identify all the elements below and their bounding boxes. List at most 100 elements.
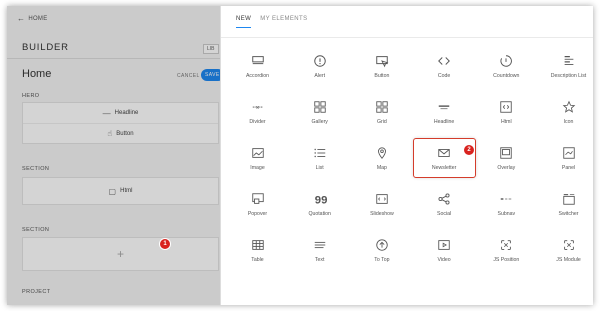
quotation-icon: 99: [313, 192, 326, 206]
to-top-icon: [375, 238, 389, 252]
element-tile-divider[interactable]: x Divider: [226, 92, 289, 132]
cancel-button[interactable]: CANCEL: [177, 73, 200, 79]
builder-title: BUILDER: [22, 42, 69, 53]
list-icon: [313, 146, 327, 160]
element-tile-description-list[interactable]: Description List: [537, 46, 593, 86]
map-pin-icon: [375, 146, 389, 160]
element-tile-label: Grid: [376, 118, 387, 125]
empty-section-box[interactable]: +: [22, 237, 219, 271]
element-button[interactable]: ☝ Button: [23, 123, 218, 143]
element-tile-label: Image: [250, 164, 265, 171]
plus-icon: +: [116, 247, 124, 261]
step-badge-1: 1: [160, 239, 170, 249]
element-tile-label: Divider: [249, 118, 266, 125]
element-tile-label: Overlay: [497, 164, 516, 171]
element-tile-countdown[interactable]: Countdown: [475, 46, 538, 86]
slideshow-icon: [375, 192, 389, 206]
element-tile-overlay[interactable]: Overlay: [475, 138, 538, 178]
library-button[interactable]: LIB: [203, 44, 219, 54]
element-tile-html[interactable]: Html: [475, 92, 538, 132]
element-tile-label: To Top: [374, 256, 390, 263]
button-icon: [375, 54, 389, 68]
alert-icon: [313, 54, 327, 68]
element-tile-list[interactable]: List: [288, 138, 351, 178]
element-tile-table[interactable]: Table: [226, 230, 289, 270]
page-name: Home: [22, 68, 52, 80]
element-tile-label: Button: [374, 72, 390, 79]
section-box[interactable]: ▢ Html: [22, 177, 219, 205]
popover-icon: [251, 192, 265, 206]
element-tile-panel[interactable]: Panel: [537, 138, 593, 178]
element-tile-label: JS Module: [556, 256, 581, 263]
js-position-icon: [499, 238, 513, 252]
element-headline[interactable]: — Headline: [23, 103, 218, 123]
divider-icon: x: [251, 100, 265, 114]
element-tile-headline[interactable]: Headline: [413, 92, 476, 132]
element-tile-label: Subnav: [497, 210, 516, 217]
element-tile-label: Gallery: [311, 118, 328, 125]
element-tile-icon[interactable]: Icon: [537, 92, 593, 132]
element-tile-label: Switcher: [558, 210, 579, 217]
html-icon: ▢: [108, 186, 117, 196]
element-tile-js-module[interactable]: JS Module: [537, 230, 593, 270]
element-tile-newsletter[interactable]: Newsletter: [412, 138, 476, 178]
element-tile-label: Html: [500, 118, 512, 125]
element-tile-quotation[interactable]: 99 Quotation: [288, 184, 351, 224]
star-icon: [562, 100, 576, 114]
svg-text:x: x: [256, 104, 259, 110]
element-tile-image[interactable]: Image: [226, 138, 289, 178]
element-tile-code[interactable]: Code: [413, 46, 476, 86]
element-label: Headline: [114, 110, 139, 116]
text-icon: [313, 238, 327, 252]
section-label-section: SECTION: [22, 166, 50, 172]
element-tile-label: Accordion: [245, 72, 270, 79]
element-tile-video[interactable]: Video: [413, 230, 476, 270]
element-tile-grid[interactable]: Grid: [350, 92, 413, 132]
element-tile-js-position[interactable]: JS Position: [475, 230, 538, 270]
element-tile-label: JS Position: [493, 256, 520, 263]
back-home-link[interactable]: ← HOME: [17, 14, 48, 23]
element-tile-text[interactable]: Text: [288, 230, 351, 270]
headline-icon: —: [102, 108, 111, 118]
element-tile-label: Video: [437, 256, 451, 263]
switcher-icon: [562, 192, 576, 206]
headline-icon: [437, 100, 451, 114]
section-label-project: PROJECT: [22, 289, 51, 295]
element-tile-label: Countdown: [493, 72, 520, 79]
description-list-icon: [562, 54, 576, 68]
arrow-left-icon: ←: [17, 14, 26, 23]
picker-tabs: NEW MY ELEMENTS: [236, 16, 308, 28]
tab-new[interactable]: NEW: [236, 16, 252, 28]
element-tile-map[interactable]: Map: [350, 138, 413, 178]
hero-section-box[interactable]: — Headline ☝ Button: [22, 102, 219, 144]
element-tile-social[interactable]: Social: [413, 184, 476, 224]
element-tile-slideshow[interactable]: Slideshow: [350, 184, 413, 224]
accordion-icon: [251, 54, 265, 68]
js-module-icon: [562, 238, 576, 252]
element-tile-label: Icon: [563, 118, 574, 125]
countdown-icon: [499, 54, 513, 68]
video-icon: [437, 238, 451, 252]
element-tile-label: Table: [251, 256, 264, 263]
element-tile-button[interactable]: Button: [350, 46, 413, 86]
element-tile-subnav[interactable]: Subnav: [475, 184, 538, 224]
tab-my-elements[interactable]: MY ELEMENTS: [260, 16, 307, 28]
element-html[interactable]: ▢ Html: [23, 178, 218, 204]
element-tile-popover[interactable]: Popover: [226, 184, 289, 224]
element-tile-gallery[interactable]: Gallery: [288, 92, 351, 132]
element-tile-label: Description List: [550, 72, 587, 79]
element-label: Button: [116, 130, 134, 137]
back-home-label: HOME: [28, 16, 48, 22]
element-label: Html: [120, 188, 133, 194]
grid-icon: [375, 100, 389, 114]
element-tile-accordion[interactable]: Accordion: [226, 46, 289, 86]
element-picker-panel: NEW MY ELEMENTS Accordion Alert Button Code…: [220, 6, 593, 305]
element-tile-alert[interactable]: Alert: [288, 46, 351, 86]
element-tile-switcher[interactable]: Switcher: [537, 184, 593, 224]
element-tile-label: Newsletter: [431, 164, 457, 171]
element-tile-label: Map: [376, 164, 387, 171]
element-tile-to-top[interactable]: To Top: [350, 230, 413, 270]
add-element-button[interactable]: +: [23, 238, 218, 270]
code-icon: [437, 54, 451, 68]
element-tile-label: Social: [437, 210, 452, 217]
